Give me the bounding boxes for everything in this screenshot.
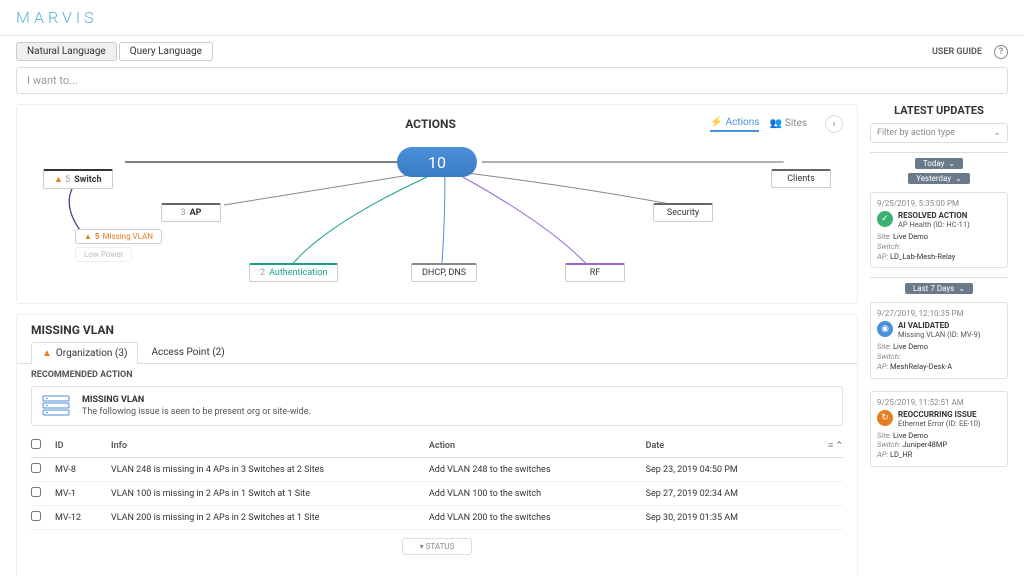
row-checkbox[interactable] — [31, 511, 41, 521]
help-icon[interactable]: ? — [994, 45, 1008, 59]
col-info[interactable]: Info — [111, 441, 429, 451]
chip-today[interactable]: Today ⌄ — [915, 158, 963, 169]
actions-count-pill[interactable]: 10 — [397, 147, 477, 177]
status-badge: ◉ — [877, 321, 893, 337]
subnode-missing-vlan[interactable]: ▲5 Missing VLAN — [75, 229, 162, 244]
chevron-right-icon[interactable]: › — [825, 115, 843, 133]
language-tabs: Natural Language Query Language — [16, 42, 213, 61]
status-button[interactable]: ▾ STATUS — [402, 538, 472, 555]
view-sites[interactable]: 👥 Sites — [769, 118, 807, 131]
columns-icon[interactable]: ≡ — [828, 441, 833, 451]
status-badge: ✓ — [877, 211, 893, 227]
col-id[interactable]: ID — [55, 441, 111, 451]
chevron-down-icon: ⌄ — [993, 128, 1001, 138]
col-action[interactable]: Action — [429, 441, 646, 451]
tab-organization[interactable]: ▲Organization (3) — [31, 342, 138, 364]
actions-diagram: 10 ▲ 5Switch 3AP Clients Security 2Authe… — [31, 133, 843, 293]
chip-last-7-days[interactable]: Last 7 Days ⌄ — [905, 283, 973, 294]
detail-panel: MISSING VLAN ▲Organization (3) Access Po… — [16, 314, 858, 576]
tab-natural-language[interactable]: Natural Language — [16, 42, 117, 61]
chip-yesterday[interactable]: Yesterday ⌄ — [908, 173, 970, 184]
node-dhcp-dns[interactable]: DHCP, DNS — [411, 263, 477, 282]
status-badge: ↻ — [877, 410, 893, 426]
col-date[interactable]: Date — [646, 441, 819, 451]
tab-access-point[interactable]: Access Point (2) — [140, 341, 235, 363]
tab-query-language[interactable]: Query Language — [119, 42, 213, 61]
node-ap[interactable]: 3AP — [161, 203, 221, 222]
update-card[interactable]: 9/25/2019, 11:52:51 AM↻REOCCURRING ISSUE… — [870, 391, 1008, 467]
filter-action-type[interactable]: Filter by action type⌄ — [870, 123, 1008, 143]
row-checkbox[interactable] — [31, 487, 41, 497]
search-input[interactable]: I want to... — [16, 67, 1008, 94]
server-icon — [42, 395, 70, 417]
table-row[interactable]: MV-8VLAN 248 is missing in 4 APs in 3 Sw… — [31, 458, 843, 482]
table-row[interactable]: MV-12VLAN 200 is missing in 2 APs in 2 S… — [31, 506, 843, 530]
select-all-checkbox[interactable] — [31, 439, 41, 449]
node-security[interactable]: Security — [653, 203, 713, 222]
update-card[interactable]: 9/27/2019, 12:10:35 PM◉AI VALIDATEDMissi… — [870, 302, 1008, 378]
latest-updates-title: LATEST UPDATES — [870, 104, 1008, 117]
node-switch[interactable]: ▲ 5Switch — [43, 169, 113, 189]
brand-logo: MARVIS — [16, 8, 1008, 27]
node-rf[interactable]: RF — [565, 263, 625, 282]
rec-desc: The following issue is seen to be presen… — [82, 407, 311, 417]
table-row[interactable]: MV-1VLAN 100 is missing in 2 APs in 1 Sw… — [31, 482, 843, 506]
actions-panel: ACTIONS ⚡ Actions 👥 Sites › — [16, 104, 858, 304]
detail-title: MISSING VLAN — [17, 315, 857, 341]
latest-updates-panel: LATEST UPDATES Filter by action type⌄ To… — [870, 104, 1008, 576]
update-card[interactable]: 9/25/2019, 5:35:00 PM✓RESOLVED ACTIONAP … — [870, 192, 1008, 268]
issues-table: ID Info Action Date ≡ ⌃ MV-8VLAN 248 is … — [31, 434, 843, 530]
row-checkbox[interactable] — [31, 463, 41, 473]
user-guide-link[interactable]: USER GUIDE — [932, 47, 982, 57]
rec-title: MISSING VLAN — [82, 395, 311, 405]
node-clients[interactable]: Clients — [771, 169, 831, 188]
view-actions[interactable]: ⚡ Actions — [710, 117, 759, 132]
recommended-action-header: RECOMMENDED ACTION — [17, 364, 857, 386]
recommended-action-box: MISSING VLAN The following issue is seen… — [31, 386, 843, 426]
actions-title: ACTIONS — [151, 117, 710, 131]
subnode-low-power[interactable]: Low Power — [75, 247, 132, 262]
collapse-icon[interactable]: ⌃ — [835, 441, 843, 451]
node-authentication[interactable]: 2Authentication — [249, 263, 338, 282]
